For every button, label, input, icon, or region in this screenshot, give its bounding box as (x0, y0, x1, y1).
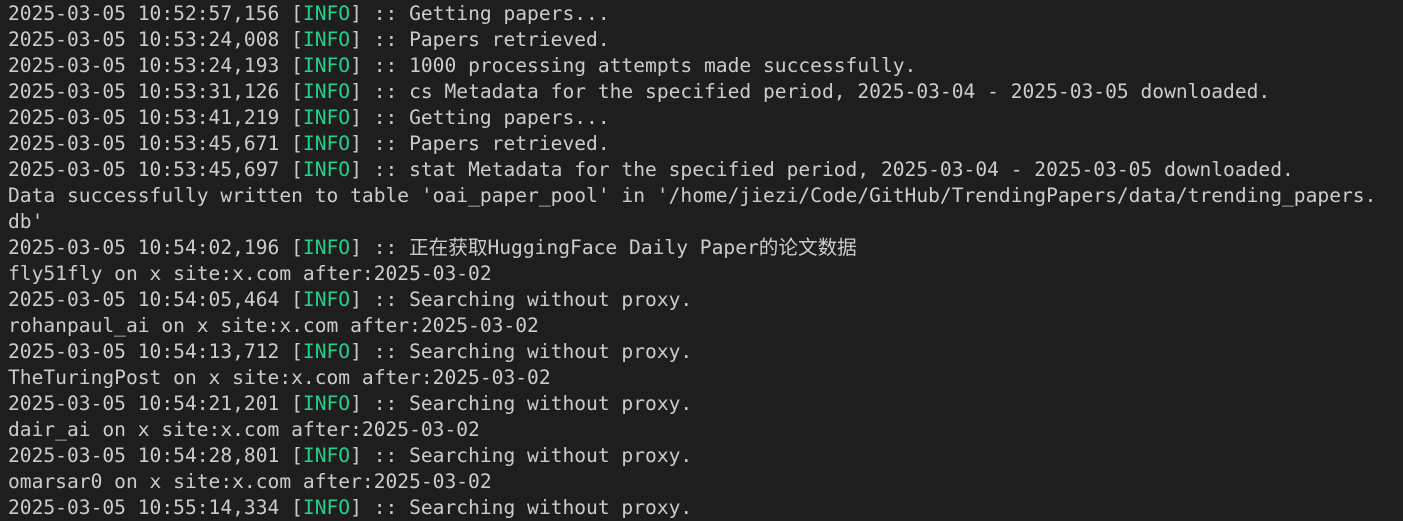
log-timestamp: 2025-03-05 10:52:57,156 (8, 2, 280, 25)
log-timestamp: 2025-03-05 10:55:14,334 (8, 496, 280, 519)
log-message: Getting papers... (409, 106, 610, 129)
log-text: Data successfully written to table 'oai_… (8, 184, 1377, 207)
log-message: 1000 processing attempts made successful… (409, 54, 917, 77)
log-level: INFO (302, 54, 351, 77)
log-timestamp: 2025-03-05 10:53:45,671 (8, 132, 280, 155)
log-line: TheTuringPost on x site:x.com after:2025… (8, 365, 1403, 391)
log-message: Papers retrieved. (409, 28, 610, 51)
log-line: 2025-03-05 10:54:05,464 [INFO] :: Search… (8, 288, 693, 311)
log-line: fly51fly on x site:x.com after:2025-03-0… (8, 261, 1403, 287)
log-text: dair_ai on x site:x.com after:2025-03-02 (8, 418, 480, 441)
log-timestamp: 2025-03-05 10:53:24,193 (8, 54, 280, 77)
terminal-output: 2025-03-05 10:52:57,156 [INFO] :: Gettin… (8, 1, 1403, 521)
log-line: 2025-03-05 10:55:14,334 [INFO] :: Search… (8, 496, 693, 519)
log-line: 2025-03-05 10:54:13,712 [INFO] :: Search… (8, 340, 693, 363)
log-line: dair_ai on x site:x.com after:2025-03-02 (8, 417, 1403, 443)
log-line: Data successfully written to table 'oai_… (8, 183, 1403, 209)
log-level: INFO (302, 80, 351, 103)
log-line: 2025-03-05 10:53:24,008 [INFO] :: Papers… (8, 28, 610, 51)
log-level: INFO (302, 158, 351, 181)
log-message: Searching without proxy. (409, 444, 693, 467)
log-line: 2025-03-05 10:52:57,156 [INFO] :: Gettin… (8, 2, 610, 25)
log-timestamp: 2025-03-05 10:54:28,801 (8, 444, 280, 467)
log-text: fly51fly on x site:x.com after:2025-03-0… (8, 262, 492, 285)
log-line: 2025-03-05 10:53:45,697 [INFO] :: stat M… (8, 158, 1294, 181)
log-level: INFO (302, 444, 351, 467)
log-timestamp: 2025-03-05 10:54:05,464 (8, 288, 280, 311)
log-text: db' (8, 210, 44, 233)
log-line: db' (8, 209, 1403, 235)
log-text: TheTuringPost on x site:x.com after:2025… (8, 366, 551, 389)
log-message: Getting papers... (409, 2, 610, 25)
log-line: 2025-03-05 10:53:24,193 [INFO] :: 1000 p… (8, 54, 917, 77)
log-level: INFO (302, 236, 351, 259)
log-text: omarsar0 on x site:x.com after:2025-03-0… (8, 470, 492, 493)
log-timestamp: 2025-03-05 10:53:45,697 (8, 158, 280, 181)
log-line: 2025-03-05 10:54:02,196 [INFO] :: 正在获取Hu… (8, 236, 857, 259)
log-text: rohanpaul_ai on x site:x.com after:2025-… (8, 314, 539, 337)
log-line: 2025-03-05 10:53:31,126 [INFO] :: cs Met… (8, 80, 1271, 103)
log-message: Searching without proxy. (409, 288, 693, 311)
log-level: INFO (302, 28, 351, 51)
log-timestamp: 2025-03-05 10:53:31,126 (8, 80, 280, 103)
log-level: INFO (302, 340, 351, 363)
log-message: stat Metadata for the specified period, … (409, 158, 1294, 181)
log-message: Papers retrieved. (409, 132, 610, 155)
log-line: 2025-03-05 10:54:21,201 [INFO] :: Search… (8, 392, 693, 415)
log-timestamp: 2025-03-05 10:53:24,008 (8, 28, 280, 51)
log-line: omarsar0 on x site:x.com after:2025-03-0… (8, 469, 1403, 495)
log-timestamp: 2025-03-05 10:54:13,712 (8, 340, 280, 363)
log-line: rohanpaul_ai on x site:x.com after:2025-… (8, 313, 1403, 339)
log-timestamp: 2025-03-05 10:54:02,196 (8, 236, 280, 259)
log-line: 2025-03-05 10:53:45,671 [INFO] :: Papers… (8, 132, 610, 155)
log-message: 正在获取HuggingFace Daily Paper的论文数据 (409, 236, 857, 259)
log-message: Searching without proxy. (409, 392, 693, 415)
log-level: INFO (302, 496, 351, 519)
log-line: 2025-03-05 10:53:41,219 [INFO] :: Gettin… (8, 106, 610, 129)
log-timestamp: 2025-03-05 10:54:21,201 (8, 392, 280, 415)
log-message: Searching without proxy. (409, 340, 693, 363)
log-message: cs Metadata for the specified period, 20… (409, 80, 1271, 103)
log-level: INFO (302, 2, 351, 25)
log-message: Searching without proxy. (409, 496, 693, 519)
log-line: 2025-03-05 10:54:28,801 [INFO] :: Search… (8, 444, 693, 467)
log-timestamp: 2025-03-05 10:53:41,219 (8, 106, 280, 129)
log-level: INFO (302, 132, 351, 155)
log-level: INFO (302, 392, 351, 415)
log-level: INFO (302, 288, 351, 311)
log-level: INFO (302, 106, 351, 129)
